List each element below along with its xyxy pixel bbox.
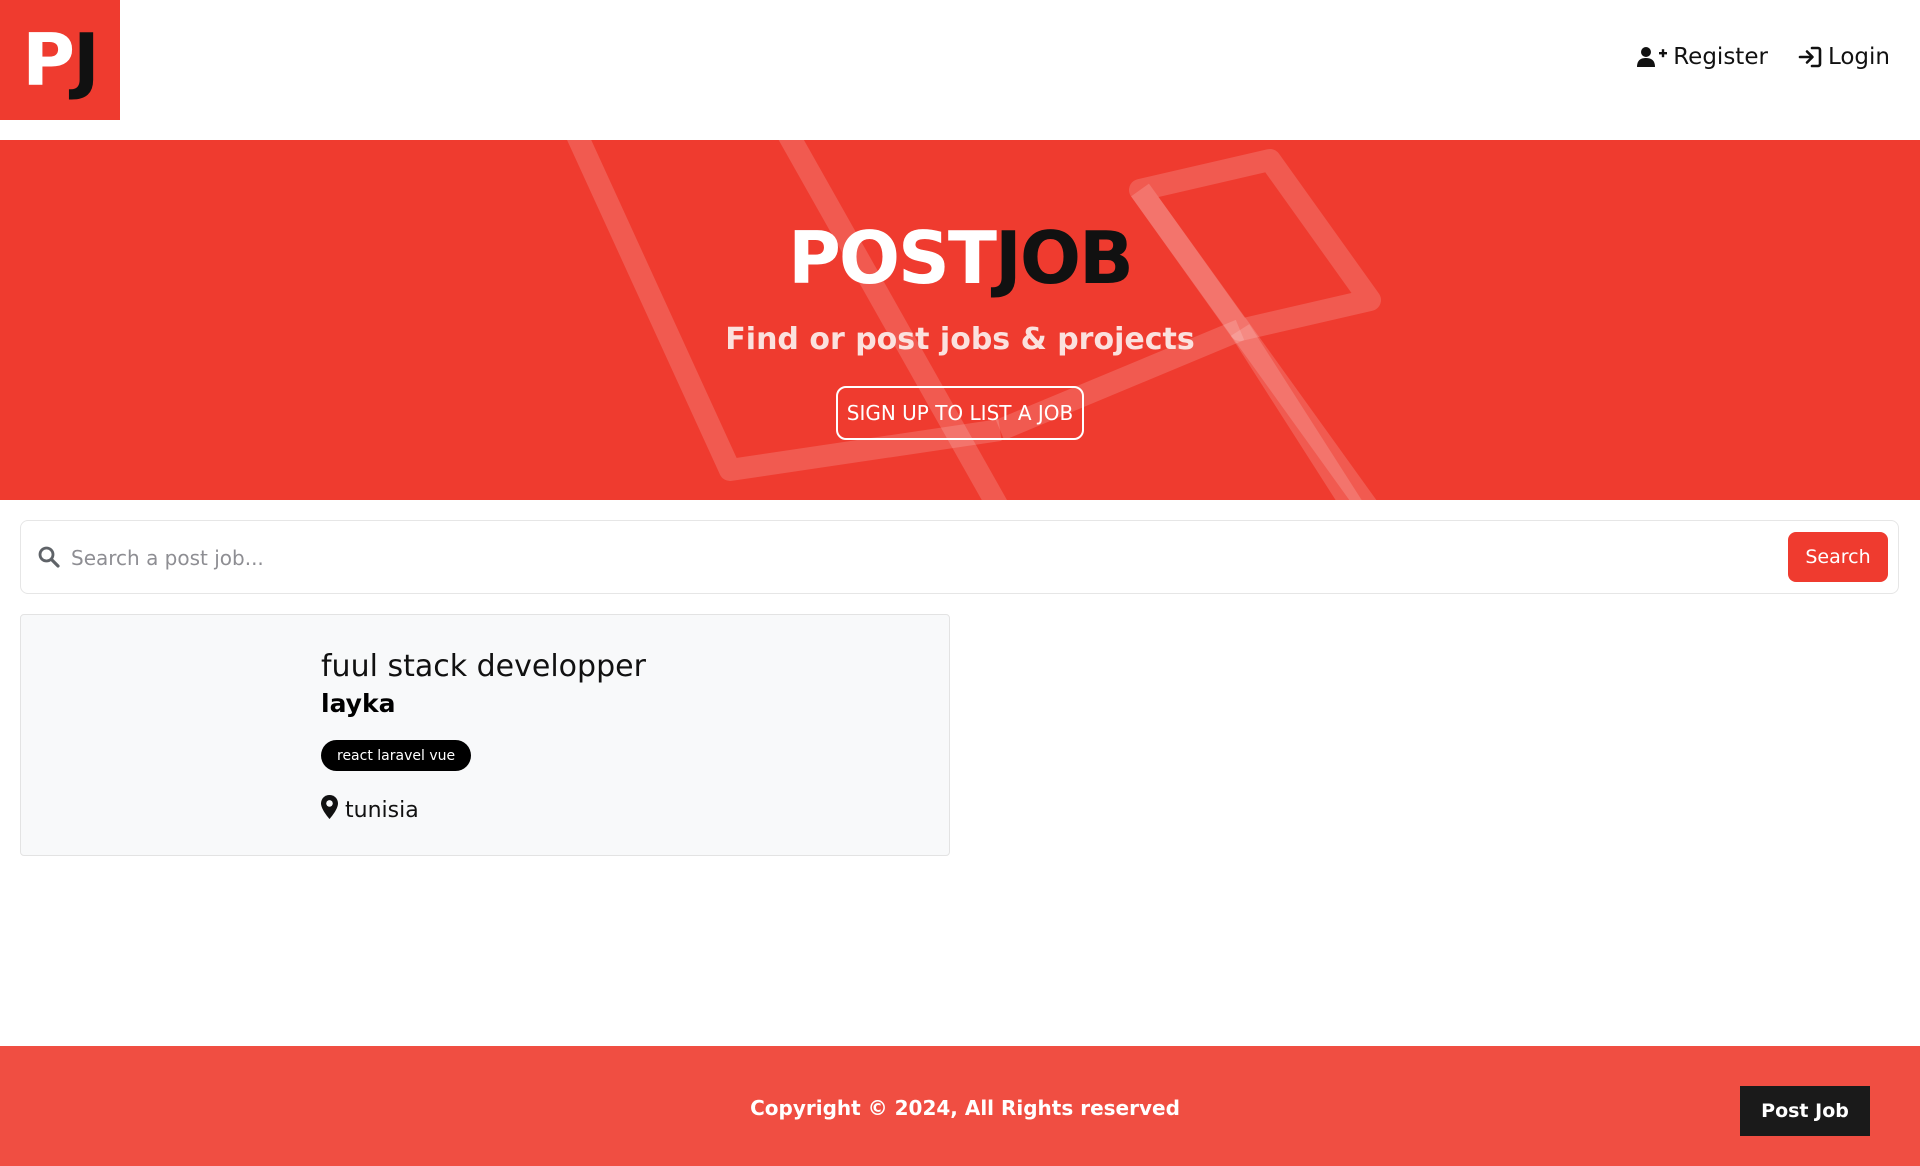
hero-title-post: POST: [788, 216, 997, 300]
job-location-label: tunisia: [345, 797, 419, 823]
top-nav: Register Login: [1637, 44, 1890, 70]
login-link[interactable]: Login: [1798, 44, 1890, 70]
job-title[interactable]: fuul stack developper: [321, 649, 646, 684]
register-label: Register: [1673, 44, 1768, 70]
map-marker-icon: [321, 795, 338, 825]
hero-title: POSTJOB: [0, 222, 1920, 294]
copyright-text: Copyright © 2024, All Rights reserved: [750, 1096, 1180, 1120]
post-job-button[interactable]: Post Job: [1740, 1086, 1870, 1136]
job-company: layka: [321, 689, 396, 718]
search-bar: Search: [20, 520, 1899, 594]
site-footer: Copyright © 2024, All Rights reserved Po…: [0, 1046, 1920, 1166]
user-plus-icon: [1637, 46, 1668, 68]
logo-letter-j: J: [72, 18, 100, 102]
job-location: tunisia: [321, 795, 419, 825]
laravel-logo-watermark-icon: [567, 140, 1381, 500]
hero-banner: POSTJOB Find or post jobs & projects SIG…: [0, 140, 1920, 500]
site-header: PJ Register Login: [0, 0, 1920, 140]
signup-list-job-button[interactable]: SIGN UP TO LIST A JOB: [836, 386, 1084, 440]
logo-letter-p: P: [22, 18, 75, 102]
job-card[interactable]: fuul stack developper layka react larave…: [20, 614, 950, 856]
register-link[interactable]: Register: [1637, 44, 1768, 70]
search-icon: [37, 545, 61, 574]
hero-title-job: JOB: [995, 216, 1134, 300]
login-label: Login: [1827, 44, 1890, 70]
page: PJ Register Login POSTJOB Find or post j…: [0, 0, 1920, 1166]
search-button[interactable]: Search: [1788, 532, 1888, 582]
search-input[interactable]: [71, 535, 1791, 581]
hero-subtitle: Find or post jobs & projects: [725, 322, 1195, 357]
sign-in-icon: [1798, 46, 1822, 68]
site-logo[interactable]: PJ: [0, 0, 120, 120]
job-tags-badge[interactable]: react laravel vue: [321, 740, 472, 771]
